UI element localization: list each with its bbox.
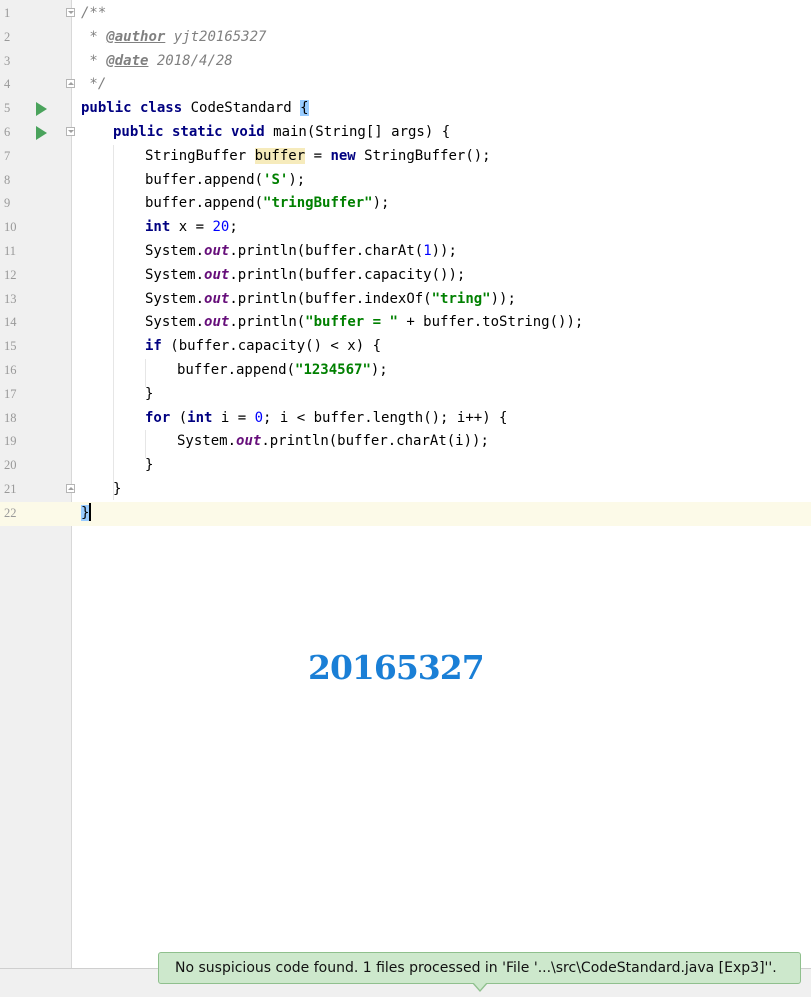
line-number: 14 <box>4 315 17 330</box>
indent-guide <box>113 145 114 500</box>
line-number: 1 <box>4 6 11 20</box>
code-text: System.out.println(buffer.indexOf("tring… <box>145 290 516 307</box>
code-text: System.out.println(buffer.capacity()); <box>145 266 466 283</box>
code-line-9: 9 buffer.append("tringBuffer"); <box>0 192 811 216</box>
line-number: 11 <box>4 243 17 258</box>
fold-collapse-icon[interactable] <box>66 126 75 136</box>
line-number: 12 <box>4 267 17 282</box>
code-line-19: 19 System.out.println(buffer.charAt(i)); <box>0 430 811 454</box>
code-line-2: 2 * @author yjt20165327 <box>0 26 811 50</box>
notification-message: No suspicious code found. 1 files proces… <box>175 960 777 976</box>
run-class-icon[interactable] <box>36 102 47 117</box>
code-line-1: 1 /** <box>0 2 811 26</box>
line-number: 16 <box>4 362 17 377</box>
code-line-6: 6 public static void main(String[] args)… <box>0 121 811 145</box>
line-number: 10 <box>4 220 17 235</box>
line-number: 20 <box>4 458 17 473</box>
code-text: System.out.println(buffer.charAt(1)); <box>145 242 457 259</box>
indent-guide <box>145 359 146 387</box>
code-line-3: 3 * @date 2018/4/28 <box>0 50 811 74</box>
notification-pointer-fill <box>473 982 487 990</box>
fold-collapse-icon[interactable] <box>66 8 75 17</box>
code-line-22-current: 22 } <box>0 501 811 526</box>
line-number: 7 <box>4 148 11 163</box>
run-main-icon[interactable] <box>36 125 47 140</box>
code-text: } <box>145 385 154 402</box>
code-text: buffer.append('S'); <box>145 171 306 188</box>
line-number: 3 <box>4 53 11 68</box>
code-text: buffer.append("1234567"); <box>177 361 388 378</box>
code-text: } <box>145 457 154 474</box>
code-text: StringBuffer buffer = new StringBuffer()… <box>145 147 491 164</box>
line-number: 21 <box>4 481 17 496</box>
code-text: public static void main(String[] args) { <box>113 123 451 140</box>
notification-balloon[interactable]: No suspicious code found. 1 files proces… <box>158 952 801 984</box>
code-text: } <box>113 480 122 497</box>
code-line-20: 20 } <box>0 454 811 478</box>
line-number: 13 <box>4 291 17 306</box>
line-number: 22 <box>4 505 17 520</box>
code-text: buffer.append("tringBuffer"); <box>145 195 390 212</box>
line-number: 9 <box>4 196 11 211</box>
watermark-text: 20165327 <box>308 648 485 687</box>
code-text: System.out.println(buffer.charAt(i)); <box>177 433 489 450</box>
code-line-8: 8 buffer.append('S'); <box>0 169 811 193</box>
code-line-4: 4 */ <box>0 73 811 97</box>
code-line-5: 5 public class CodeStandard { <box>0 97 811 121</box>
code-line-13: 13 System.out.println(buffer.indexOf("tr… <box>0 288 811 312</box>
code-line-15: 15 if (buffer.capacity() < x) { <box>0 335 811 359</box>
line-number: 8 <box>4 172 11 187</box>
line-number: 17 <box>4 386 17 401</box>
code-line-21: 21 } <box>0 478 811 502</box>
code-text: /** <box>81 5 107 21</box>
line-number: 18 <box>4 410 17 425</box>
code-line-11: 11 System.out.println(buffer.charAt(1)); <box>0 240 811 264</box>
indent-guide <box>145 430 146 458</box>
code-line-17: 17 } <box>0 383 811 407</box>
code-line-18: 18 for (int i = 0; i < buffer.length(); … <box>0 407 811 431</box>
code-text: * @date 2018/4/28 <box>81 52 233 69</box>
code-text: * @author yjt20165327 <box>81 28 267 45</box>
text-caret <box>89 502 92 521</box>
line-number: 6 <box>4 124 11 139</box>
code-line-16: 16 buffer.append("1234567"); <box>0 359 811 383</box>
code-text: for (int i = 0; i < buffer.length(); i++… <box>145 409 508 426</box>
code-text: if (buffer.capacity() < x) { <box>145 338 382 355</box>
line-number: 5 <box>4 101 11 116</box>
code-line-10: 10 int x = 20; <box>0 216 811 240</box>
fold-end-icon[interactable] <box>66 483 75 493</box>
code-line-12: 12 System.out.println(buffer.capacity())… <box>0 264 811 288</box>
line-number: 19 <box>4 434 17 449</box>
code-text: System.out.println("buffer = " + buffer.… <box>145 314 584 331</box>
line-number: 15 <box>4 339 17 354</box>
code-text: public class CodeStandard { <box>81 100 309 117</box>
line-number: 4 <box>4 77 11 92</box>
code-editor[interactable]: 1 /** 2 * @author yjt20165327 3 * @date … <box>0 2 811 526</box>
line-number: 2 <box>4 29 11 44</box>
code-text: int x = 20; <box>145 219 238 236</box>
code-line-14: 14 System.out.println("buffer = " + buff… <box>0 311 811 335</box>
code-text: } <box>81 502 92 521</box>
code-text: */ <box>81 76 107 93</box>
code-line-7: 7 StringBuffer buffer = new StringBuffer… <box>0 145 811 169</box>
fold-end-icon[interactable] <box>66 79 75 89</box>
